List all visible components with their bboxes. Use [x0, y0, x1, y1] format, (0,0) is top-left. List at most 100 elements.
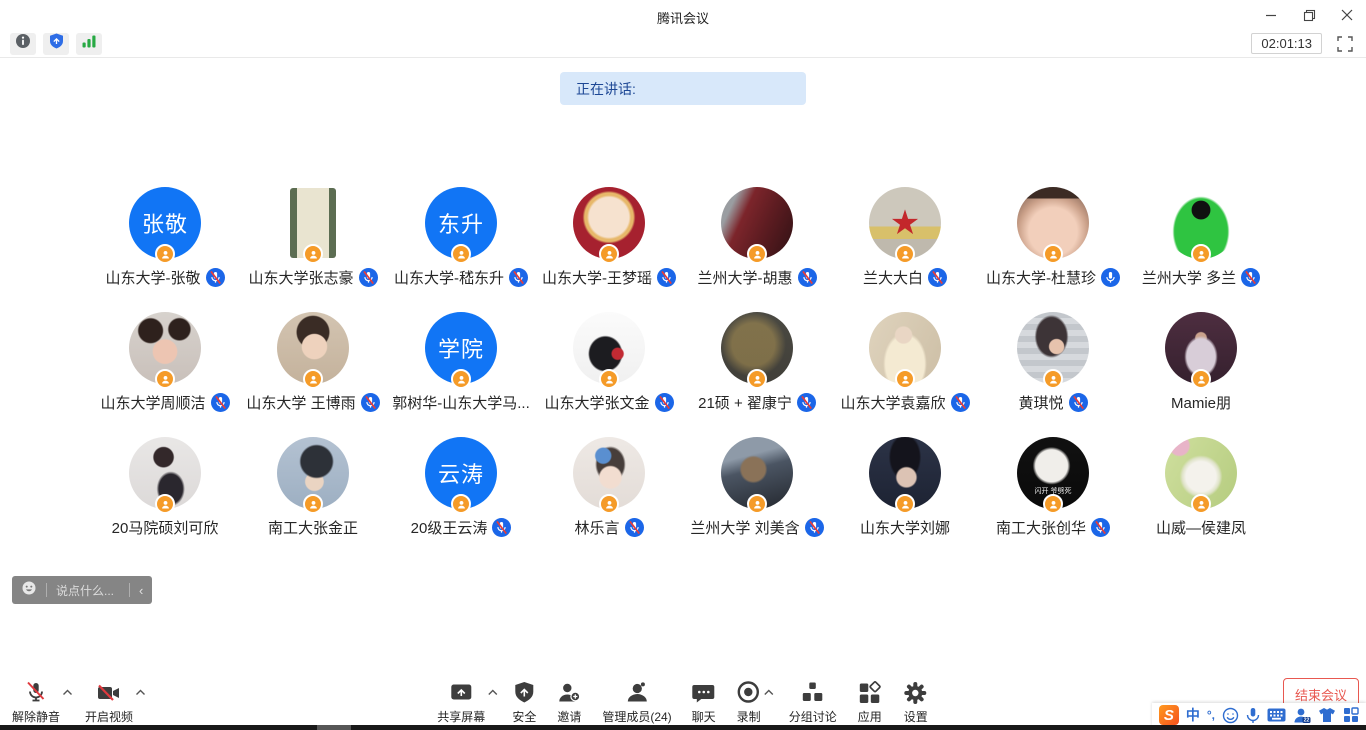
- participant-tile[interactable]: 20马院硕刘可欣: [91, 437, 239, 539]
- participant-tile[interactable]: 林乐言: [535, 437, 683, 539]
- participant-tile[interactable]: 山东大学袁嘉欣: [831, 312, 979, 414]
- emoji-icon[interactable]: [21, 580, 37, 601]
- mic-muted-icon: [206, 268, 225, 287]
- host-badge-icon: [747, 494, 767, 514]
- host-badge-icon: [895, 369, 915, 389]
- participant-tile[interactable]: 山东大学周顺洁: [91, 312, 239, 414]
- host-badge-icon: [155, 369, 175, 389]
- host-badge-icon: [1043, 494, 1063, 514]
- participant-tile[interactable]: 山东大学刘娜: [831, 437, 979, 539]
- video-options-caret[interactable]: [135, 689, 146, 696]
- record-options-caret[interactable]: [764, 689, 775, 696]
- participant-tile[interactable]: 东升 山东大学-嵇东升: [387, 187, 535, 289]
- host-badge-icon: [155, 494, 175, 514]
- host-badge-icon: [303, 369, 323, 389]
- ime-voice-icon[interactable]: [1246, 707, 1260, 724]
- participant-tile[interactable]: 兰州大学 刘美含: [683, 437, 831, 539]
- share-options-caret[interactable]: [487, 689, 498, 696]
- shield-icon: [49, 33, 64, 54]
- mic-options-caret[interactable]: [62, 689, 73, 696]
- chat-button[interactable]: 聊天: [692, 680, 716, 725]
- host-badge-icon: [895, 494, 915, 514]
- camera-off-toolbar-icon: [95, 680, 123, 706]
- participant-tile[interactable]: 黄琪悦: [979, 312, 1127, 414]
- chat-input[interactable]: 说点什么...: [56, 582, 120, 599]
- participant-name: 兰州大学 刘美含: [690, 517, 799, 538]
- unmute-button[interactable]: 解除静音: [12, 680, 60, 725]
- settings-button[interactable]: 设置: [903, 680, 929, 725]
- mic-muted-icon: [359, 268, 378, 287]
- taskbar-edge-segment: [317, 725, 351, 730]
- ime-account-icon[interactable]: 22: [1293, 707, 1311, 724]
- participant-tile[interactable]: Mamie朋: [1127, 312, 1275, 414]
- participant-tile[interactable]: 山东大学张志豪: [239, 187, 387, 289]
- minimize-button[interactable]: [1252, 0, 1290, 30]
- host-badge-icon: [155, 244, 175, 264]
- ime-toolbox-icon[interactable]: [1343, 707, 1359, 723]
- mic-muted-icon: [655, 393, 674, 412]
- participant-tile[interactable]: 山威—侯建凤: [1127, 437, 1275, 539]
- mic-muted-icon: [1091, 518, 1110, 537]
- mic-muted-icon: [798, 268, 817, 287]
- participant-tile[interactable]: 云涛 20级王云涛: [387, 437, 535, 539]
- participant-name: 山东大学张文金: [544, 392, 649, 413]
- host-badge-icon: [747, 369, 767, 389]
- participant-tile[interactable]: 山东大学-王梦瑶: [535, 187, 683, 289]
- participant-name: 兰州大学 多兰: [1142, 267, 1236, 288]
- participant-tile[interactable]: 兰州大学 多兰: [1127, 187, 1275, 289]
- ime-emoji-icon[interactable]: [1222, 707, 1239, 724]
- participant-tile[interactable]: 兰州大学-胡惠: [683, 187, 831, 289]
- participant-name: 山东大学-嵇东升: [394, 267, 504, 288]
- participant-name: 山东大学周顺洁: [100, 392, 205, 413]
- mic-muted-icon: [625, 518, 644, 537]
- sogou-logo-icon[interactable]: S: [1159, 705, 1179, 725]
- meeting-info-button[interactable]: [10, 33, 36, 55]
- security-status-button[interactable]: [43, 33, 69, 55]
- participant-tile[interactable]: 山东大学张文金: [535, 312, 683, 414]
- mic-muted-icon: [1241, 268, 1260, 287]
- participant-tile[interactable]: 闪开 爷劈死 南工大张创华: [979, 437, 1127, 539]
- participant-name: Mamie朋: [1171, 392, 1231, 413]
- ime-language-toggle[interactable]: 中: [1186, 708, 1200, 722]
- restore-button[interactable]: [1290, 0, 1328, 30]
- ime-keyboard-icon[interactable]: [1267, 708, 1286, 722]
- close-button[interactable]: [1328, 0, 1366, 30]
- invite-button[interactable]: 邀请: [556, 680, 582, 725]
- record-button[interactable]: 录制: [736, 680, 762, 725]
- manage-members-button[interactable]: 管理成员(24): [602, 680, 671, 725]
- svg-text:22: 22: [1304, 717, 1310, 723]
- breakout-rooms-button[interactable]: 分组讨论: [789, 680, 837, 725]
- participant-tile[interactable]: 21硕 + 翟康宁: [683, 312, 831, 414]
- host-badge-icon: [895, 244, 915, 264]
- apps-button[interactable]: 应用: [857, 680, 883, 725]
- host-badge-icon: [451, 369, 471, 389]
- collapse-chat-button[interactable]: ‹: [139, 584, 143, 597]
- taskbar-edge: [0, 725, 1366, 730]
- host-badge-icon: [599, 244, 619, 264]
- host-badge-icon: [599, 494, 619, 514]
- security-button[interactable]: 安全: [512, 680, 536, 725]
- participant-tile[interactable]: ★ 兰大大白: [831, 187, 979, 289]
- speaking-indicator-banner: 正在讲话:: [560, 72, 806, 105]
- host-badge-icon: [451, 244, 471, 264]
- mic-muted-icon: [1069, 393, 1088, 412]
- participant-tile[interactable]: 南工大张金正: [239, 437, 387, 539]
- mic-muted-icon: [805, 518, 824, 537]
- participant-tile[interactable]: 山东大学 王博雨: [239, 312, 387, 414]
- participant-name: 21硕 + 翟康宁: [698, 392, 792, 413]
- mic-muted-toolbar-icon: [23, 680, 49, 706]
- host-badge-icon: [1191, 244, 1211, 264]
- share-screen-button[interactable]: 共享屏幕: [437, 680, 485, 725]
- ime-punctuation-toggle[interactable]: °,: [1207, 709, 1215, 721]
- mic-muted-icon: [509, 268, 528, 287]
- ime-skin-icon[interactable]: [1318, 707, 1336, 723]
- participant-tile[interactable]: 学院 郭树华-山东大学马...: [387, 312, 535, 414]
- host-badge-icon: [1191, 494, 1211, 514]
- start-video-button[interactable]: 开启视频: [85, 680, 133, 725]
- participant-name: 20级王云涛: [411, 517, 488, 538]
- participant-name: 山威—侯建凤: [1156, 517, 1246, 538]
- fullscreen-button[interactable]: [1334, 33, 1356, 55]
- participant-tile[interactable]: 山东大学-杜慧珍: [979, 187, 1127, 289]
- participant-tile[interactable]: 张敬 山东大学-张敬: [91, 187, 239, 289]
- network-status-button[interactable]: [76, 33, 102, 55]
